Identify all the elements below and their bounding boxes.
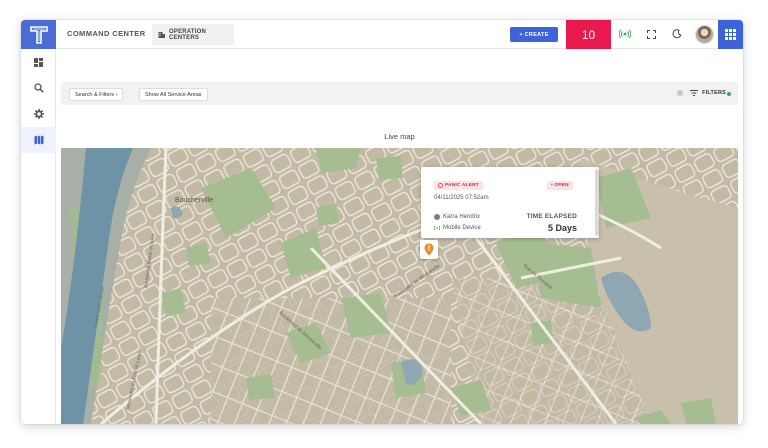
filter-icon — [690, 89, 699, 96]
tab-operation-centers[interactable]: OPERATION CENTERS — [152, 24, 234, 45]
user-avatar[interactable] — [695, 25, 714, 44]
popup-scrollbar[interactable] — [595, 169, 599, 236]
app-logo[interactable] — [21, 20, 56, 49]
filter-bar: Search & Filters › Show All Service Area… — [61, 82, 738, 105]
gear-icon — [33, 109, 44, 119]
main-content: Search & Filters › Show All Service Area… — [56, 49, 743, 424]
device-signal-icon — [434, 225, 440, 231]
person-name: Karra Hendrix — [443, 214, 481, 220]
sidebar-item-map[interactable] — [21, 127, 56, 153]
show-service-areas-button[interactable]: Show All Service Areas — [139, 88, 208, 101]
app-title: COMMAND CENTER — [67, 29, 146, 38]
app-window: COMMAND CENTER OPERATION CENTERS + CREAT… — [21, 20, 743, 424]
live-signal-icon[interactable] — [619, 28, 631, 40]
incident-status-badge: • OPEN — [547, 181, 573, 190]
search-icon — [33, 83, 44, 93]
create-button[interactable]: + CREATE — [510, 27, 558, 42]
incident-popup[interactable]: PANIC ALERT • OPEN 04/11/2025 07:52am Ka… — [421, 167, 599, 238]
alert-count-badge[interactable]: 10 — [566, 20, 611, 49]
settings-dot-icon[interactable] — [677, 90, 683, 96]
apps-grid-button[interactable] — [718, 20, 743, 49]
elapsed-label: TIME ELAPSED — [526, 213, 577, 220]
elapsed-value: 5 Days — [547, 223, 577, 233]
incident-device: Mobile Device — [434, 225, 481, 231]
dashboard-icon — [34, 57, 43, 67]
filters-toggle[interactable]: FILTERS — [690, 89, 731, 96]
sidebar — [21, 49, 56, 424]
building-icon — [158, 31, 165, 38]
map-icon — [34, 135, 43, 145]
fullscreen-icon[interactable] — [645, 28, 657, 40]
live-map[interactable]: Boucherville Boulevard Marie-Victorin Bo… — [61, 148, 738, 424]
incident-type-badge: PANIC ALERT — [434, 181, 483, 190]
logo-t-icon — [29, 25, 48, 44]
alert-icon — [438, 183, 443, 188]
tab-label: OPERATION CENTERS — [169, 28, 207, 41]
device-name: Mobile Device — [443, 225, 481, 231]
top-bar: COMMAND CENTER OPERATION CENTERS + CREAT… — [21, 20, 743, 49]
search-filters-button[interactable]: Search & Filters › — [69, 88, 124, 101]
incident-person: Karra Hendrix — [434, 214, 480, 220]
sidebar-item-search[interactable] — [21, 75, 56, 101]
incident-map-marker[interactable] — [420, 240, 438, 259]
dark-mode-icon[interactable] — [671, 28, 683, 40]
apps-grid-icon — [725, 29, 736, 40]
incident-timestamp: 04/11/2025 07:52am — [434, 195, 489, 201]
alert-pin-icon — [424, 243, 434, 256]
filters-label: FILTERS — [702, 89, 726, 96]
map-tiles: Boucherville Boulevard Marie-Victorin Bo… — [61, 148, 738, 424]
sidebar-item-dashboard[interactable] — [21, 49, 56, 75]
sidebar-item-settings[interactable] — [21, 101, 56, 127]
incident-type: PANIC ALERT — [445, 183, 479, 188]
filters-active-dot — [727, 92, 731, 96]
map-label-town: Boucherville — [175, 197, 213, 204]
person-avatar-icon — [434, 214, 440, 220]
live-map-title: Live map — [384, 132, 415, 141]
